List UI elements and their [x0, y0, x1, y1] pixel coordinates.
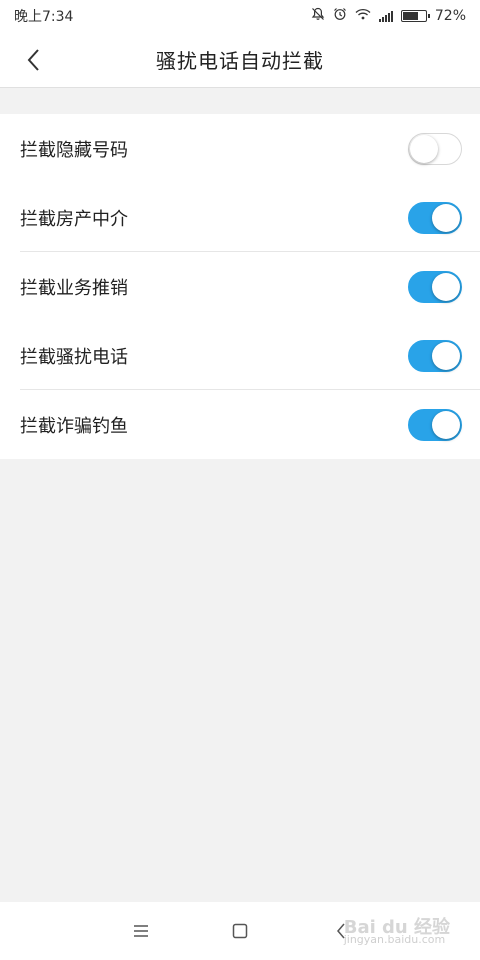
setting-label: 拦截隐藏号码 [20, 139, 128, 161]
toggle-switch[interactable] [408, 132, 462, 165]
setting-label: 拦截房产中介 [20, 208, 128, 230]
status-icons: 72% [311, 7, 466, 25]
toggle-knob [432, 272, 460, 301]
setting-row-harassing-calls: 拦截骚扰电话 [0, 321, 480, 390]
setting-row-sales-promotion: 拦截业务推销 [0, 252, 480, 321]
setting-label: 拦截业务推销 [20, 277, 128, 299]
setting-row-hidden-number: 拦截隐藏号码 [0, 114, 480, 183]
alarm-icon [333, 7, 347, 25]
menu-button[interactable] [130, 920, 152, 942]
setting-row-fraud-phishing: 拦截诈骗钓鱼 [0, 390, 480, 459]
page-title: 骚扰电话自动拦截 [156, 49, 324, 73]
battery-icon [400, 10, 430, 22]
bell-off-icon [311, 7, 325, 25]
status-time: 晚上7:34 [14, 9, 74, 25]
setting-row-real-estate-agent: 拦截房产中介 [0, 183, 480, 252]
wifi-icon [355, 8, 371, 24]
home-icon [232, 923, 248, 939]
toggle-knob [432, 203, 460, 232]
toggle-switch[interactable] [408, 339, 462, 372]
watermark: Bai du 经验 jingyan.baidu.com [343, 919, 450, 946]
menu-icon [134, 925, 148, 937]
toggle-switch[interactable] [408, 270, 462, 303]
toggle-switch[interactable] [408, 201, 462, 234]
home-button[interactable] [229, 920, 251, 942]
navigation-bar: Bai du 经验 jingyan.baidu.com [0, 902, 480, 960]
chevron-left-icon [27, 49, 39, 71]
signal-icon [378, 10, 393, 22]
toggle-switch[interactable] [408, 408, 462, 441]
toggle-knob [432, 341, 460, 370]
header: 骚扰电话自动拦截 [0, 32, 480, 88]
toggle-knob [432, 410, 460, 439]
status-bar: 晚上7:34 72% [0, 0, 480, 32]
settings-list: 拦截隐藏号码 拦截房产中介 拦截业务推销 拦截骚扰电话 拦截诈骗钓鱼 [0, 114, 480, 459]
back-button[interactable] [18, 44, 50, 76]
toggle-knob [410, 134, 438, 163]
setting-label: 拦截骚扰电话 [20, 346, 128, 368]
setting-label: 拦截诈骗钓鱼 [20, 415, 128, 437]
battery-percent: 72% [434, 8, 466, 24]
watermark-url: jingyan.baidu.com [343, 933, 446, 946]
